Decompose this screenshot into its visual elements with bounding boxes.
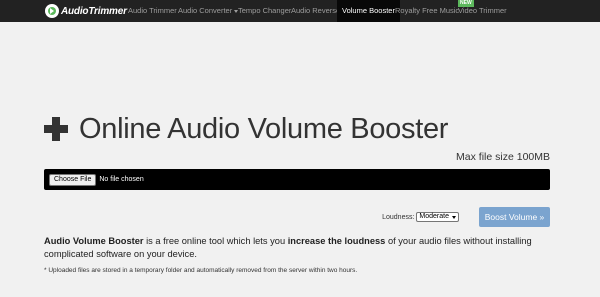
choose-file-button[interactable]: Choose File <box>49 173 97 186</box>
desc-text: is a free online tool which lets you <box>143 236 288 246</box>
nav-item-audio-trimmer[interactable]: Audio Trimmer <box>128 0 177 22</box>
boost-volume-button[interactable]: Boost Volume » <box>479 207 550 227</box>
file-input-bar[interactable]: Choose File No file chosen <box>44 169 550 190</box>
logo[interactable]: AudioTrimmer <box>45 4 127 18</box>
nav-item-label: Audio Converter <box>178 6 233 15</box>
logo-icon <box>45 4 59 18</box>
loudness-label: Loudness: <box>382 213 415 221</box>
loudness-controls: Loudness: Moderate Boost Volume » <box>382 207 550 227</box>
dropdown-arrow-icon <box>452 215 456 219</box>
nav-item-audio-converter[interactable]: Audio Converter <box>178 0 239 22</box>
nav-item-royalty-free-music[interactable]: Royalty Free Music <box>395 0 459 22</box>
storage-note: * Uploaded files are stored in a tempora… <box>44 267 358 274</box>
loudness-value: Moderate <box>419 213 449 220</box>
page-header: Online Audio Volume Booster <box>44 112 449 145</box>
file-status-text: No file chosen <box>99 176 144 183</box>
logo-text: AudioTrimmer <box>61 5 127 17</box>
loudness-select[interactable]: Moderate <box>416 212 459 222</box>
new-badge: NEW <box>458 0 474 7</box>
max-file-size-label: Max file size 100MB <box>456 151 550 163</box>
page-title: Online Audio Volume Booster <box>79 112 449 145</box>
top-navbar: AudioTrimmer Audio Trimmer Audio Convert… <box>0 0 600 22</box>
desc-bold-feature: increase the loudness <box>287 236 386 246</box>
plus-icon <box>44 117 68 141</box>
description: Audio Volume Booster is a free online to… <box>44 235 564 261</box>
nav-item-volume-booster[interactable]: Volume Booster <box>337 0 400 22</box>
desc-bold-name: Audio Volume Booster <box>44 236 144 246</box>
nav-item-audio-reverser[interactable]: Audio Reverser <box>291 0 343 22</box>
nav-item-tempo-changer[interactable]: Tempo Changer <box>238 0 291 22</box>
